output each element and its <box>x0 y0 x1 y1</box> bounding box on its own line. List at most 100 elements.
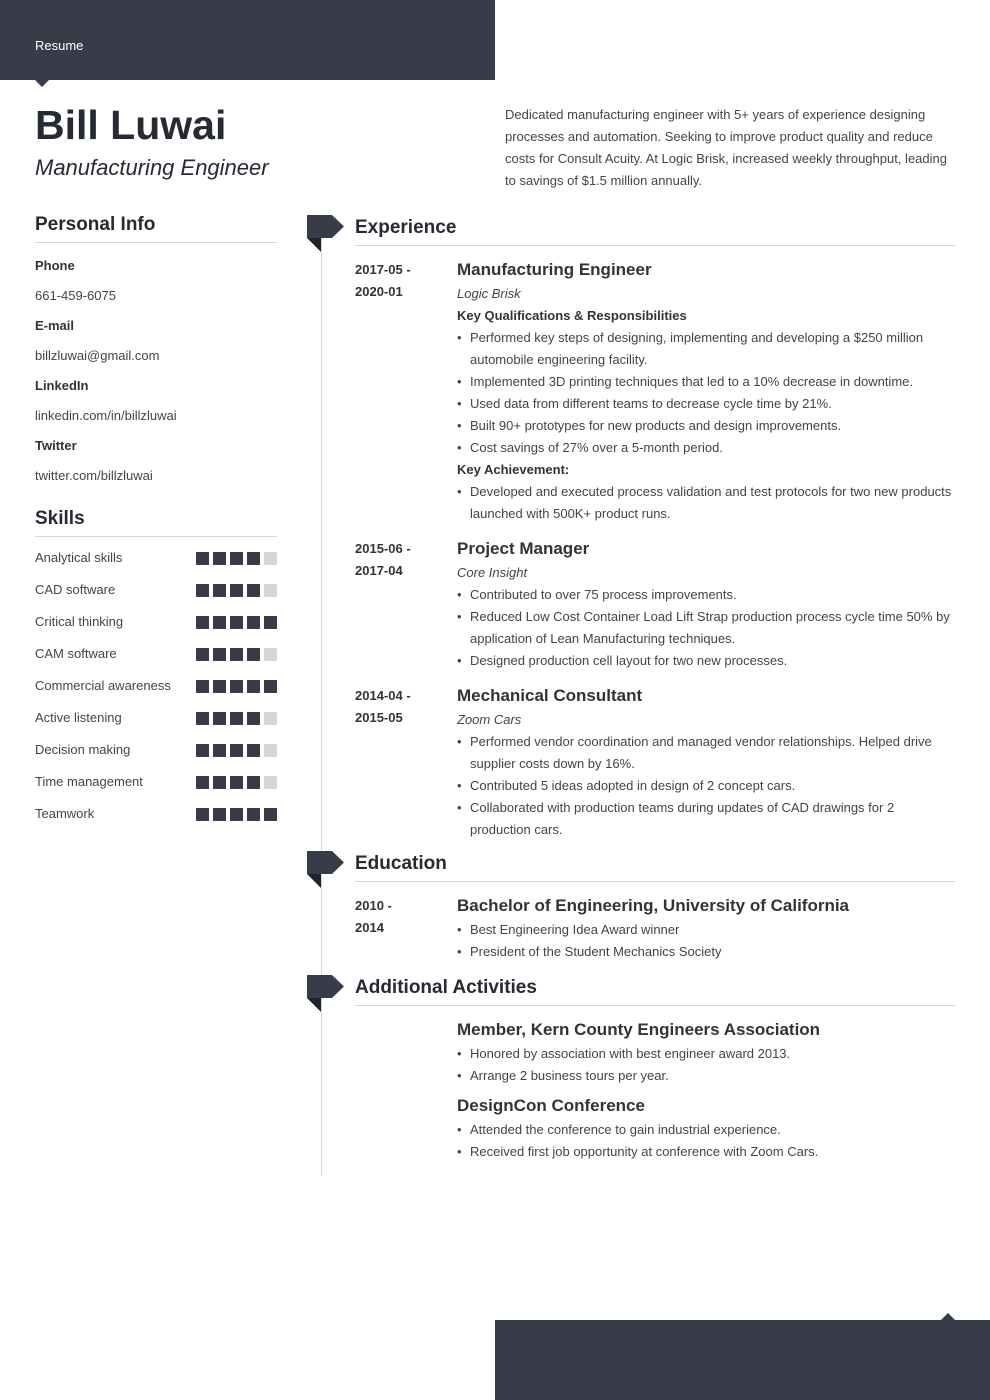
left-column: Personal Info Phone 661-459-6075 E-mail bil… <box>35 214 277 835</box>
info-item: Phone 661-459-6075 <box>35 255 277 307</box>
activities-entry: Member, Kern County Engineers Associatio… <box>355 1019 955 1163</box>
rating-dot-filled <box>213 680 226 693</box>
rating-dot-filled <box>213 584 226 597</box>
skill-name: CAD software <box>35 582 116 597</box>
rating-dot-filled <box>213 744 226 757</box>
bullet-item: Used data from different teams to decrea… <box>457 393 955 415</box>
skill-name: Analytical skills <box>35 550 123 565</box>
section-flag-icon <box>307 975 344 1012</box>
section-flag-icon <box>307 215 344 252</box>
date-end: 2015-05 <box>355 710 403 725</box>
bullet-list: Best Engineering Idea Award winnerPresid… <box>457 919 955 963</box>
rating-dot-filled <box>196 616 209 629</box>
job-title: Mechanical Consultant <box>457 686 643 705</box>
rating-dot-filled <box>196 584 209 597</box>
activity-title: Member, Kern County Engineers Associatio… <box>457 1020 821 1039</box>
entry-body: Mechanical Consultant Zoom Cars Performed … <box>457 685 955 841</box>
rating-dot-filled <box>213 552 226 565</box>
bullet-list: Performed key steps of designing, implem… <box>457 327 955 459</box>
rating-dot-filled <box>230 648 243 661</box>
skills-list: Analytical skills CAD software Critical th… <box>35 547 277 825</box>
date-start: 2010 - <box>355 898 392 913</box>
rating-dot-filled <box>247 776 260 789</box>
degree-title: Bachelor of Engineering, University of C… <box>457 896 850 915</box>
info-label: LinkedIn <box>35 378 89 393</box>
skill-row: Commercial awareness <box>35 675 277 697</box>
bullet-item: Attended the conference to gain industri… <box>457 1119 955 1141</box>
skill-rating <box>196 776 277 789</box>
rating-dot-filled <box>196 712 209 725</box>
skill-rating <box>196 712 277 725</box>
rating-dot-filled <box>230 584 243 597</box>
rating-dot-filled <box>247 584 260 597</box>
entry-body: Bachelor of Engineering, University of C… <box>457 895 955 963</box>
bullet-item: Designed production cell layout for two … <box>457 650 955 672</box>
bullet-item: Received first job opportunity at confer… <box>457 1141 955 1163</box>
date-start: 2014-04 - <box>355 688 411 703</box>
rating-dot-filled <box>213 648 226 661</box>
personal-info-list: Phone 661-459-6075 E-mail billzluwai@gmail.… <box>35 255 277 487</box>
bullet-item: Honored by association with best enginee… <box>457 1043 955 1065</box>
company-name: Logic Brisk <box>457 286 521 301</box>
group-heading: Key Achievement: <box>457 462 570 477</box>
header-notch <box>35 80 49 87</box>
education-entry: 2010 - 2014 Bachelor of Engineering, Unive… <box>355 895 955 963</box>
rating-dot-empty <box>264 744 277 757</box>
job-title: Manufacturing Engineer <box>457 260 652 279</box>
skill-row: CAD software <box>35 579 277 601</box>
info-value: billzluwai@gmail.com <box>35 348 160 363</box>
activities-section: Additional Activities Member, Kern Count… <box>307 975 955 1163</box>
bullet-list: Developed and executed process validatio… <box>457 481 955 525</box>
rating-dot-empty <box>264 776 277 789</box>
rating-dot-filled <box>196 776 209 789</box>
rating-dot-empty <box>264 584 277 597</box>
experience-list: 2017-05 - 2020-01 Manufacturing Engineer Lo… <box>307 259 955 841</box>
personal-info-heading: Personal Info <box>35 214 277 243</box>
bullet-list: Contributed to over 75 process improveme… <box>457 584 955 672</box>
education-heading: Education <box>355 851 955 882</box>
skill-rating <box>196 616 277 629</box>
skill-row: Time management <box>35 771 277 793</box>
date-end: 2014 <box>355 920 384 935</box>
info-label: Phone <box>35 258 75 273</box>
rating-dot-filled <box>247 616 260 629</box>
personal-info-section: Personal Info Phone 661-459-6075 E-mail bil… <box>35 214 277 487</box>
rating-dot-filled <box>247 648 260 661</box>
section-flag-icon <box>307 851 344 888</box>
skill-row: Critical thinking <box>35 611 277 633</box>
info-value: 661-459-6075 <box>35 288 116 303</box>
skill-name: Decision making <box>35 742 131 757</box>
experience-entry: 2014-04 - 2015-05 Mechanical Consultant Zoo… <box>355 685 955 841</box>
rating-dot-filled <box>230 776 243 789</box>
rating-dot-filled <box>230 552 243 565</box>
entry-body: Project Manager Core Insight Contributed t… <box>457 538 955 672</box>
skill-row: Teamwork <box>35 803 277 825</box>
activity-title: DesignCon Conference <box>457 1096 645 1115</box>
experience-entry: 2015-06 - 2017-04 Project Manager Core Insi… <box>355 538 955 672</box>
info-label: E-mail <box>35 318 75 333</box>
rating-dot-filled <box>213 616 226 629</box>
rating-dot-filled <box>264 680 277 693</box>
activity-item: DesignCon Conference Attended the confere… <box>457 1095 955 1163</box>
activities-list: Member, Kern County Engineers Associatio… <box>307 1019 955 1163</box>
skills-section: Skills Analytical skills CAD software Crit… <box>35 508 277 825</box>
bullet-list: Performed vendor coordination and manage… <box>457 731 955 841</box>
bullet-item: Implemented 3D printing techniques that … <box>457 371 955 393</box>
activities-heading: Additional Activities <box>355 975 955 1006</box>
entry-body: Manufacturing Engineer Logic Brisk Key Qua… <box>457 259 955 525</box>
rating-dot-filled <box>230 680 243 693</box>
skill-rating <box>196 744 277 757</box>
date-end: 2017-04 <box>355 563 403 578</box>
rating-dot-filled <box>230 808 243 821</box>
bullet-list: Honored by association with best enginee… <box>457 1043 955 1087</box>
entry-date: 2010 - 2014 <box>355 895 457 963</box>
entry-body: Member, Kern County Engineers Associatio… <box>457 1019 955 1163</box>
entry-date-empty <box>355 1019 457 1163</box>
education-list: 2010 - 2014 Bachelor of Engineering, Unive… <box>307 895 955 963</box>
skill-rating <box>196 680 277 693</box>
rating-dot-filled <box>264 616 277 629</box>
document-label: Resume <box>35 38 84 53</box>
rating-dot-filled <box>213 712 226 725</box>
info-item: LinkedIn linkedin.com/in/billzluwai <box>35 375 277 427</box>
bullet-item: Built 90+ prototypes for new products an… <box>457 415 955 437</box>
